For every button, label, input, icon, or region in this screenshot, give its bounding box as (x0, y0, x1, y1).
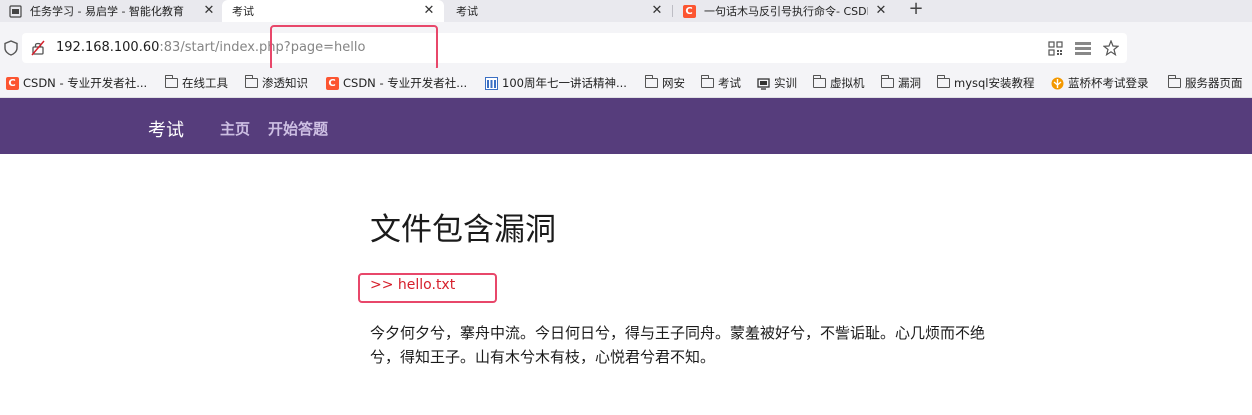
site-icon (484, 76, 498, 90)
bookmark-training[interactable]: 实训 (756, 75, 797, 91)
folder-icon (700, 75, 714, 90)
close-tab-icon[interactable]: ✕ (650, 4, 664, 18)
url-highlight-box (270, 25, 438, 71)
bookmark-label: 考试 (718, 76, 741, 90)
site-icon (756, 76, 770, 90)
bookmark-label: 漏洞 (898, 76, 921, 90)
reader-mode-icon[interactable] (1075, 40, 1091, 56)
folder-icon (164, 75, 178, 90)
page-title: 文件包含漏洞 (370, 212, 556, 248)
bookmark-label: 实训 (774, 76, 797, 90)
bookmark-exam[interactable]: 考试 (700, 75, 741, 91)
bookmark-server-page[interactable]: 服务器页面 (1167, 75, 1243, 91)
bookmark-label: 蓝桥杯考试登录 (1068, 76, 1149, 90)
bookmark-label: CSDN - 专业开发者社... (23, 76, 148, 90)
bookmark-label: 在线工具 (182, 76, 228, 90)
bookmark-label: 渗透知识 (262, 76, 308, 90)
folder-icon (936, 75, 950, 90)
shield-icon[interactable] (4, 40, 18, 56)
bookmark-100-anniversary[interactable]: 100周年七一讲话精神... (484, 75, 627, 91)
close-tab-icon[interactable]: ✕ (422, 4, 436, 18)
bookmark-netsec[interactable]: 网安 (644, 75, 685, 91)
tab-title: 考试 (456, 5, 478, 18)
bookmark-virtual-machine[interactable]: 虚拟机 (812, 75, 865, 91)
tab-task-learning[interactable]: 任务学习 - 易启学 - 智能化教育 ✕ (8, 0, 216, 22)
folder-icon (880, 75, 894, 90)
csdn-icon: C (325, 76, 339, 90)
poem-text: 今夕何夕兮，搴舟中流。今日何日兮，得与王子同舟。蒙羞被好兮，不訾诟耻。心几烦而不… (370, 324, 986, 366)
bookmark-mysql-install[interactable]: mysql安装教程 (936, 75, 1035, 91)
folder-icon (644, 75, 658, 90)
close-tab-icon[interactable]: ✕ (874, 4, 888, 18)
site-brand[interactable]: 考试 (148, 116, 184, 142)
bookmark-vulnerabilities[interactable]: 漏洞 (880, 75, 921, 91)
bookmark-label: CSDN - 专业开发者社... (343, 76, 468, 90)
nav-link-start-quiz[interactable]: 开始答题 (268, 118, 328, 139)
qr-code-icon[interactable] (1047, 40, 1063, 56)
url-host: 192.168.100.60 (56, 40, 160, 55)
bookmark-csdn-1[interactable]: C CSDN - 专业开发者社... (5, 75, 147, 91)
school-page-icon (8, 4, 22, 18)
bookmark-lanqiao[interactable]: 蓝桥杯考试登录 (1050, 75, 1149, 91)
bookmark-star-icon[interactable] (1103, 40, 1119, 56)
lanqiao-icon (1050, 76, 1064, 90)
bookmark-csdn-2[interactable]: C CSDN - 专业开发者社... (325, 75, 467, 91)
file-highlight-box (358, 273, 497, 303)
site-navbar (0, 98, 1252, 154)
close-tab-icon[interactable]: ✕ (202, 4, 216, 18)
bookmark-label: mysql安装教程 (954, 76, 1035, 90)
nav-link-home[interactable]: 主页 (220, 118, 250, 139)
folder-icon (1167, 75, 1181, 90)
tab-exam[interactable]: 考试 ✕ (456, 0, 664, 22)
tab-exam-active[interactable]: 考试 ✕ (222, 0, 444, 22)
bookmark-online-tools[interactable]: 在线工具 (164, 75, 228, 91)
bookmark-pentest-knowledge[interactable]: 渗透知识 (244, 75, 308, 91)
bookmark-label: 100周年七一讲话精神... (502, 76, 627, 90)
csdn-icon: C (682, 4, 696, 18)
bookmark-label: 网安 (662, 76, 685, 90)
folder-icon (244, 75, 258, 90)
insecure-lock-icon[interactable] (31, 40, 45, 56)
folder-icon (812, 75, 826, 90)
tab-title: 考试 (232, 5, 254, 18)
new-tab-button[interactable]: + (906, 0, 926, 20)
tab-title: 一句话木马反引号执行命令- CSDN (704, 5, 868, 18)
tab-separator (672, 5, 673, 17)
tab-csdn-article[interactable]: C 一句话木马反引号执行命令- CSDN ✕ (682, 0, 888, 22)
bookmark-label: 虚拟机 (830, 76, 865, 90)
bookmark-label: 服务器页面 (1185, 76, 1243, 90)
csdn-icon: C (5, 76, 19, 90)
tab-title: 任务学习 - 易启学 - 智能化教育 (30, 5, 184, 18)
